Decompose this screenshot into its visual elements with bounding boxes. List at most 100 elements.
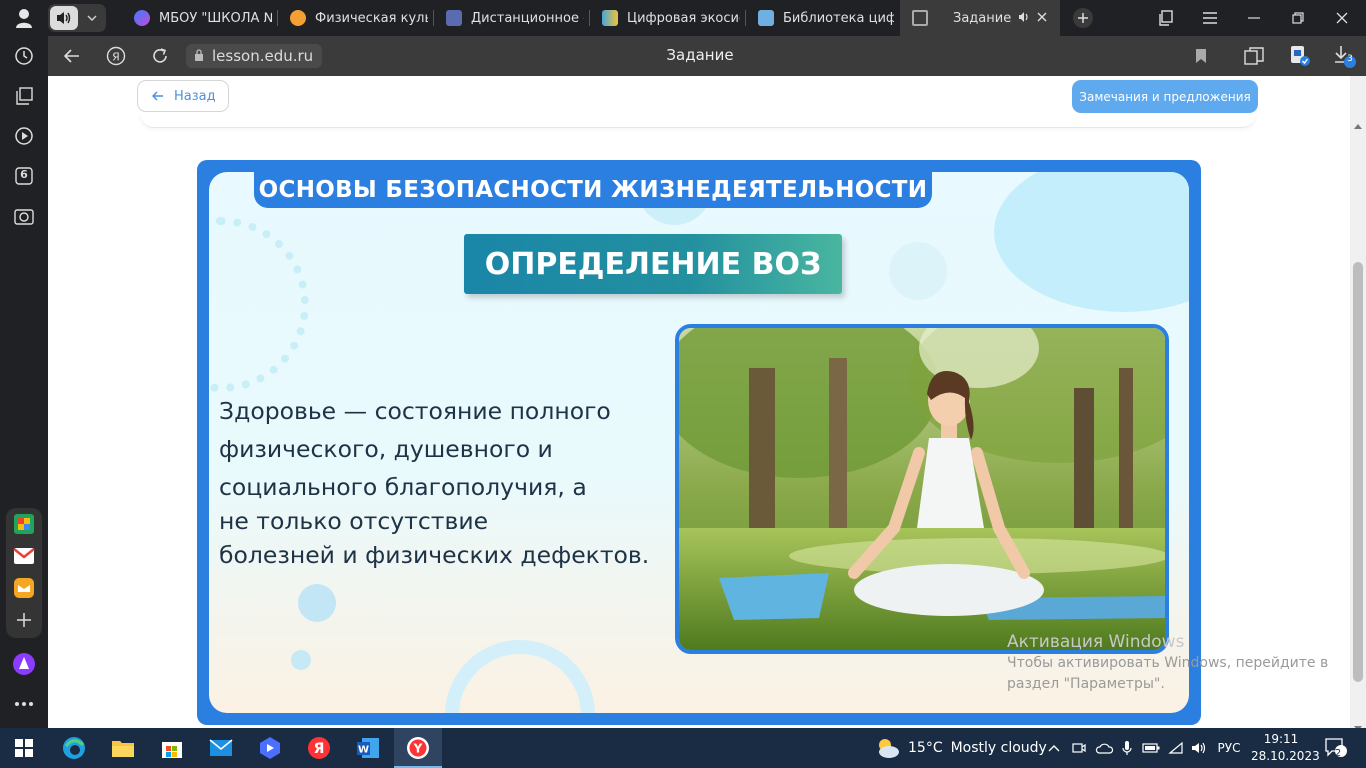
microphone-icon[interactable] [1118, 736, 1136, 760]
scroll-thumb[interactable] [1353, 262, 1363, 682]
tab-close-icon[interactable] [1036, 11, 1048, 27]
start-icon[interactable] [6, 732, 42, 764]
tab-audio-icon[interactable] [1018, 11, 1032, 27]
library-favicon-icon [758, 10, 774, 26]
weather-widget[interactable]: 15°C Mostly cloudy [874, 734, 1047, 762]
browser-tab-bar: МБОУ "ШКОЛА № Физическая культу Дистанци… [0, 0, 1366, 36]
definition-line: физического, душевного и [219, 435, 553, 463]
school-favicon-icon [134, 10, 150, 26]
mail-app-icon[interactable] [10, 542, 38, 570]
tab-assignment[interactable]: Задание [900, 0, 1060, 36]
speaker-icon[interactable] [50, 6, 78, 30]
page-title: Задание [666, 46, 734, 64]
svg-text:Y: Y [413, 742, 423, 756]
svg-text:Я: Я [314, 741, 325, 757]
page-content: Назад Замечания и предложения ОСНОВЫ БЕЗ… [48, 76, 1350, 728]
browser-sidebar: 6 [0, 36, 48, 728]
chevron-up-icon[interactable] [1045, 736, 1063, 760]
new-tab-button[interactable] [1061, 0, 1105, 36]
url-field[interactable]: lesson.edu.ru [186, 44, 322, 68]
health-definition-text: Здоровье — состояние полного физического… [219, 393, 689, 573]
mail-icon[interactable] [203, 732, 239, 764]
lock-icon [194, 47, 204, 65]
tab-distance-learning[interactable]: Дистанционное об [434, 0, 584, 36]
tab-physical-culture[interactable]: Физическая культу [278, 0, 428, 36]
decorative-ring [445, 640, 595, 713]
page-favicon-icon [912, 10, 928, 26]
yandex-browser-icon[interactable]: Я [301, 732, 337, 764]
windows-taskbar: Я W Y 15°C Mostly cloudy РУС 19:11 28.10… [0, 728, 1366, 768]
battery-icon[interactable] [1141, 736, 1161, 760]
tab-collections-icon[interactable] [1144, 0, 1188, 36]
yandex-active-icon[interactable]: Y [400, 732, 436, 764]
meditating-woman-image [679, 328, 1165, 650]
file-explorer-icon[interactable] [105, 732, 141, 764]
meet-now-icon[interactable] [1070, 736, 1088, 760]
arrow-left-icon [152, 91, 164, 101]
collections-icon[interactable] [1240, 42, 1268, 70]
definition-line: болезней и физических дефектов. [219, 541, 650, 569]
address-bar: Я lesson.edu.ru Задание 3 [48, 36, 1366, 76]
onedrive-icon[interactable] [1093, 736, 1115, 760]
email-app-icon[interactable] [10, 574, 38, 602]
decorative-circle [889, 242, 947, 300]
tab-digital-ecosystem[interactable]: Цифровая экосист [590, 0, 740, 36]
content-top-edge [140, 112, 1256, 128]
close-window-icon[interactable] [1320, 0, 1364, 36]
chevron-down-icon[interactable] [82, 8, 102, 28]
yandex-logo-icon[interactable]: Я [102, 42, 130, 70]
menu-icon[interactable] [1188, 0, 1232, 36]
scroll-up-icon[interactable] [1354, 114, 1362, 133]
decorative-dotted-ring [209, 217, 309, 392]
slide-header: ОСНОВЫ БЕЗОПАСНОСТИ ЖИЗНЕДЕЯТЕЛЬНОСТИ [254, 172, 932, 208]
meet-app-icon[interactable] [10, 510, 38, 538]
wifi-icon[interactable] [1166, 736, 1186, 760]
tabs-list-icon[interactable] [10, 82, 38, 110]
definition-line: не только отсутствие [219, 507, 489, 535]
profile-icon[interactable] [0, 0, 48, 36]
language-indicator[interactable]: РУС [1213, 736, 1245, 760]
back-arrow-icon[interactable] [58, 42, 86, 70]
add-app-icon[interactable] [10, 606, 38, 634]
more-options-icon[interactable] [10, 690, 38, 718]
restore-icon[interactable] [1276, 0, 1320, 36]
svg-text:W: W [358, 745, 369, 756]
minimize-icon[interactable] [1232, 0, 1276, 36]
number-six-icon[interactable]: 6 [10, 162, 38, 190]
history-icon[interactable] [10, 42, 38, 70]
media-control-group [48, 4, 106, 32]
reload-icon[interactable] [146, 42, 174, 70]
definition-line: социального благополучия, а [219, 473, 587, 501]
edge-icon[interactable] [56, 732, 92, 764]
alice-assistant-icon[interactable] [10, 650, 38, 678]
downloads-icon[interactable]: 3 [1330, 42, 1358, 70]
book-favicon-icon [602, 10, 618, 26]
svg-text:Я: Я [112, 51, 120, 64]
video-icon[interactable] [10, 122, 38, 150]
page-scrollbar[interactable] [1350, 76, 1366, 731]
volume-icon[interactable] [1189, 736, 1209, 760]
remarks-button[interactable]: Замечания и предложения [1072, 80, 1258, 113]
tab-school[interactable]: МБОУ "ШКОЛА № [122, 0, 272, 36]
decorative-circle [994, 172, 1189, 312]
bookmark-icon[interactable] [1187, 42, 1215, 70]
decorative-circle [291, 650, 311, 670]
word-icon[interactable]: W [350, 732, 386, 764]
emblem-favicon-icon [446, 10, 462, 26]
who-definition-banner: ОПРЕДЕЛЕНИЕ ВОЗ [464, 234, 842, 294]
notifications-icon[interactable]: 2 [1322, 735, 1350, 761]
decorative-circle [298, 584, 336, 622]
definition-line: Здоровье — состояние полного [219, 397, 611, 425]
notifications-badge: 2 [1334, 748, 1342, 759]
back-button[interactable]: Назад [137, 80, 229, 112]
video-editor-icon[interactable] [252, 732, 288, 764]
cloudy-weather-icon [874, 737, 900, 759]
tab-library[interactable]: Библиотека цифр [746, 0, 894, 36]
store-icon[interactable] [154, 732, 190, 764]
clock[interactable]: 19:11 28.10.2023 [1251, 731, 1320, 765]
shield-extension-icon[interactable] [1286, 42, 1314, 70]
screenshot-icon[interactable] [10, 202, 38, 230]
meditation-photo [675, 324, 1169, 654]
windows-activation-watermark: Активация Windows Чтобы активировать Win… [1007, 632, 1329, 692]
downloads-badge: 3 [1347, 54, 1353, 64]
